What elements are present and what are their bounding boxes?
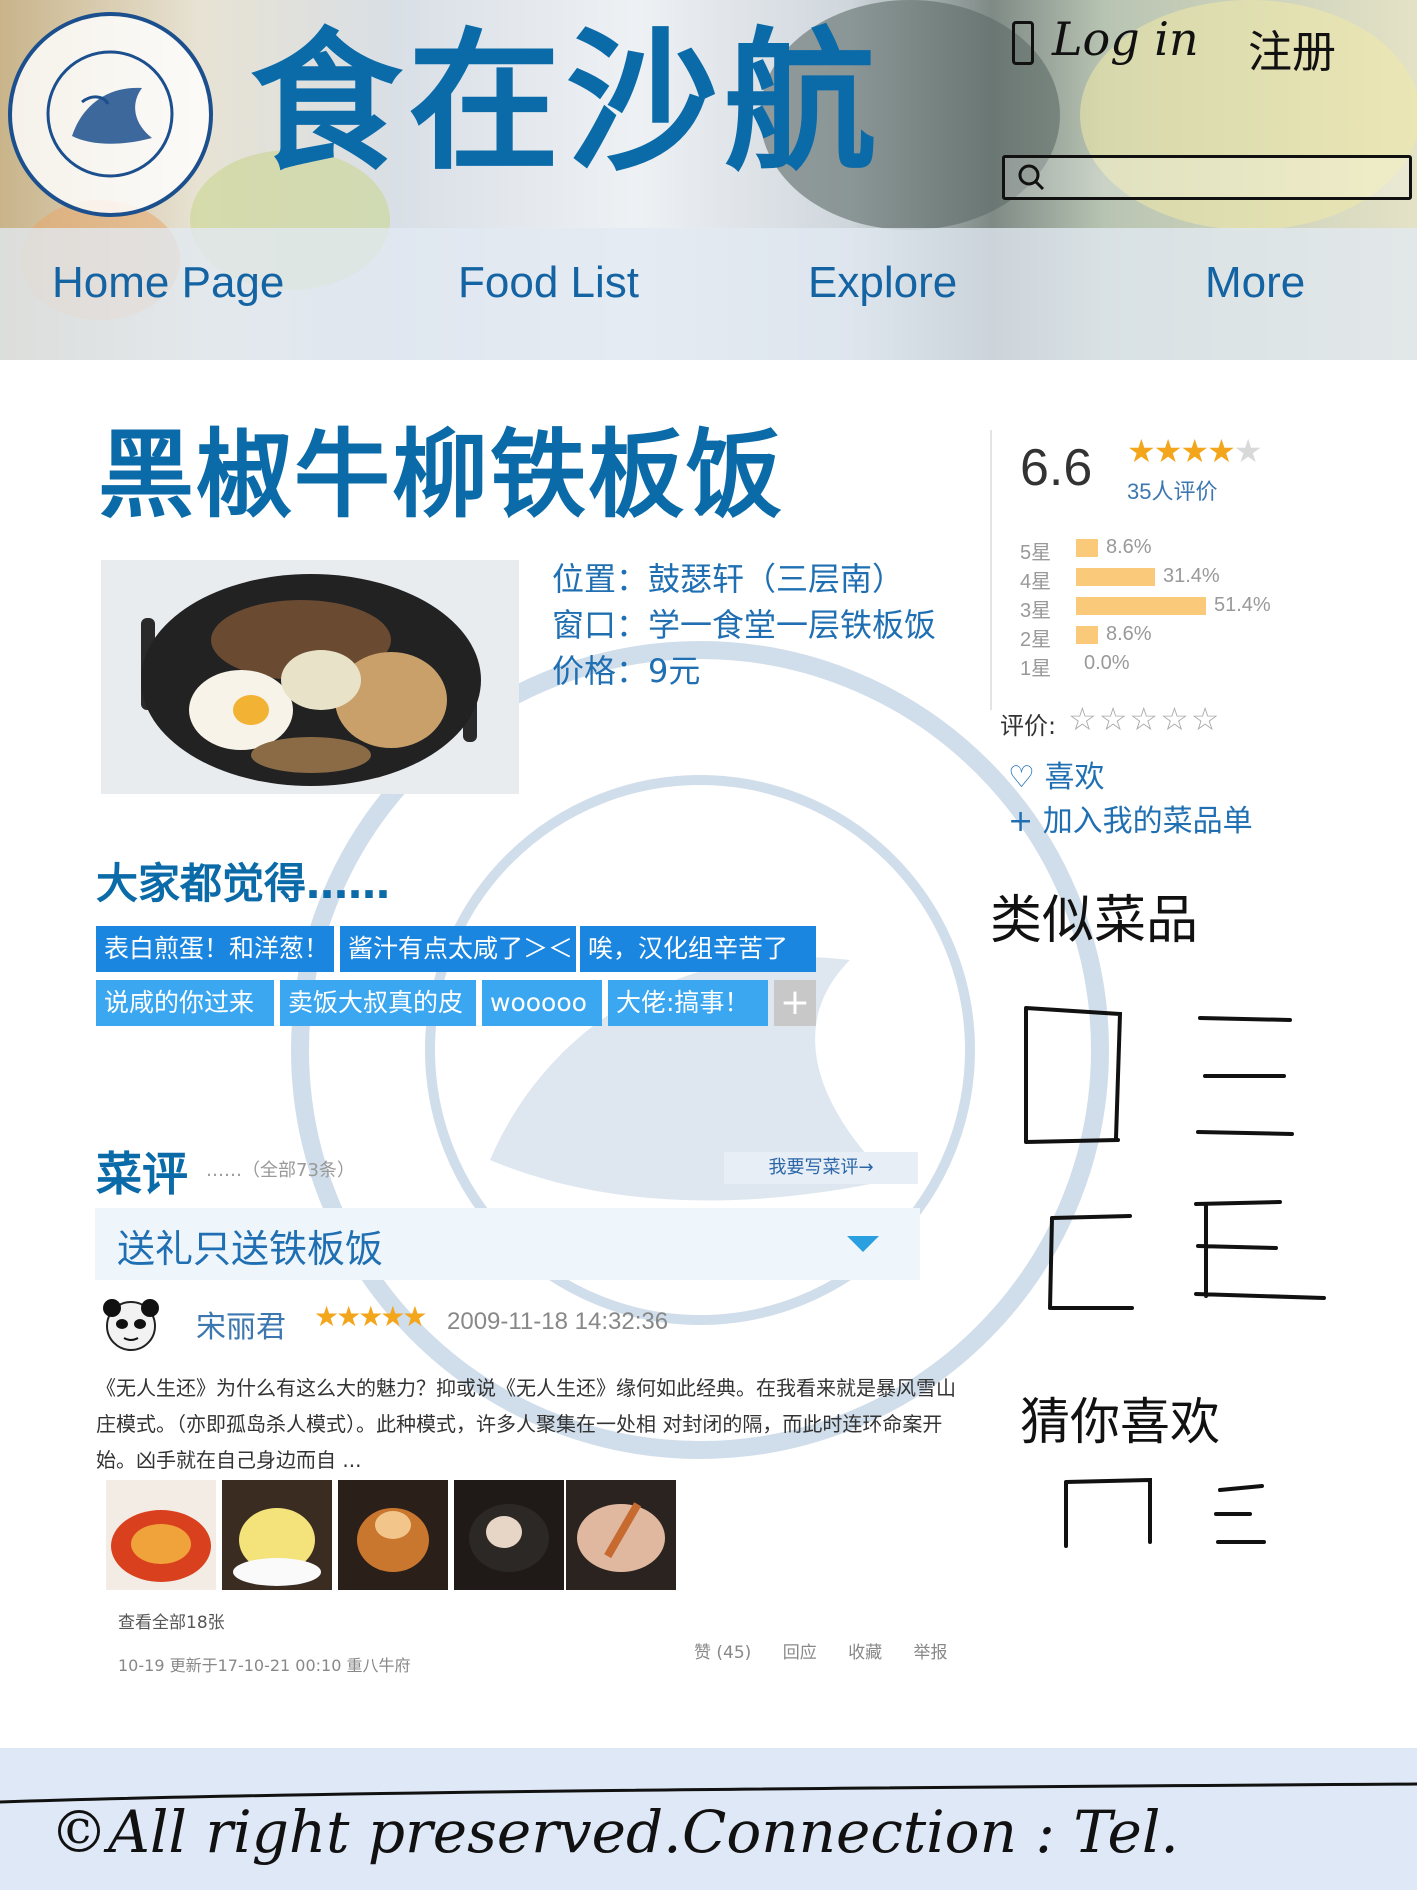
- rating-score: 6.6: [1020, 439, 1093, 497]
- review-dropdown[interactable]: 送礼只送铁板饭: [95, 1208, 920, 1280]
- rating-row-percent: 0.0%: [1084, 652, 1130, 674]
- review-stars: ★★★★★: [314, 1300, 428, 1333]
- avatar[interactable]: [100, 1294, 162, 1354]
- like-review-button[interactable]: 赞 (45): [694, 1643, 751, 1663]
- rating-count: 35人评价: [1127, 479, 1218, 504]
- tags-heading: 大家都觉得……: [96, 859, 391, 908]
- reviewer-name[interactable]: 宋丽君: [196, 1302, 286, 1346]
- star-icon: ★: [1180, 432, 1209, 470]
- rating-row-label: 1星: [1020, 658, 1052, 680]
- rating-row-percent: 51.4%: [1214, 594, 1271, 616]
- review-dropdown-title: 送礼只送铁板饭: [117, 1227, 384, 1271]
- add-to-list-button[interactable]: + 加入我的菜品单: [1008, 796, 1253, 840]
- see-all-photos-link[interactable]: 查看全部18张: [118, 1608, 225, 1633]
- rate-label: 评价:: [1000, 712, 1057, 740]
- guess-you-like-heading: 猜你喜欢: [1020, 1393, 1220, 1451]
- star-icon: ★: [1127, 432, 1156, 470]
- rating-row-bar: [1076, 568, 1155, 586]
- university-logo[interactable]: [8, 12, 213, 217]
- similar-dishes-wireframe: [1024, 1006, 1326, 1548]
- login-link[interactable]: Log in: [1012, 12, 1199, 66]
- tag-item[interactable]: 唉，汉化组辛苦了: [580, 926, 816, 972]
- chevron-down-icon: [847, 1236, 879, 1252]
- rating-row-bar: [1076, 597, 1206, 615]
- write-review-button[interactable]: 我要写菜评→: [724, 1152, 918, 1184]
- similar-dishes-heading: 类似菜品: [990, 891, 1199, 951]
- dish-title: 黑椒牛柳铁板饭: [98, 419, 784, 531]
- lock-icon: [1012, 21, 1034, 65]
- copyright-text: ©All right preserved.: [50, 1798, 682, 1866]
- rate-stars-input[interactable]: ☆☆☆☆☆: [1068, 700, 1221, 738]
- search-icon: [1018, 164, 1045, 191]
- review-photo[interactable]: [106, 1480, 216, 1590]
- review-actions: 赞 (45) 回应 收藏 举报: [694, 1638, 974, 1663]
- add-tag-button[interactable]: +: [774, 980, 816, 1026]
- nav-more[interactable]: More: [1205, 258, 1305, 308]
- rating-row-label: 3星: [1020, 600, 1052, 622]
- like-button[interactable]: ♡ 喜欢: [1008, 752, 1104, 796]
- report-button[interactable]: 举报: [914, 1643, 948, 1663]
- review-photo[interactable]: [566, 1480, 676, 1590]
- collect-button[interactable]: 收藏: [848, 1643, 882, 1663]
- rating-row-label: 4星: [1020, 571, 1052, 593]
- login-label: Log in: [1052, 12, 1199, 66]
- star-icon: ★: [1153, 432, 1183, 470]
- rating-row-bar: [1076, 626, 1098, 644]
- rating-row-percent: 31.4%: [1163, 565, 1220, 587]
- rating-row-label: 5星: [1020, 542, 1052, 564]
- rating-row-percent: 8.6%: [1106, 536, 1152, 558]
- tag-item[interactable]: 卖饭大叔真的皮: [280, 980, 476, 1026]
- add-list-label: 加入我的菜品单: [1042, 804, 1253, 839]
- tag-item[interactable]: 表白煎蛋！和洋葱！: [96, 926, 334, 972]
- rating-stars: ★★★★★: [1127, 432, 1263, 470]
- rating-divider: [990, 430, 992, 710]
- review-photo[interactable]: [454, 1480, 564, 1590]
- tag-item[interactable]: 酱汁有点太咸了＞＜: [340, 926, 576, 972]
- nav-food-list[interactable]: Food List: [458, 258, 639, 308]
- dish-window: 窗口：学一食堂一层铁板饭: [552, 606, 937, 644]
- search-input[interactable]: [1002, 155, 1412, 200]
- heart-icon: ♡: [1008, 760, 1035, 795]
- review-count[interactable]: ……（全部73条）: [206, 1156, 355, 1182]
- rating-row-label: 2星: [1020, 629, 1052, 651]
- like-label: 喜欢: [1044, 760, 1105, 795]
- review-photo[interactable]: [338, 1480, 448, 1590]
- dish-photo[interactable]: [101, 560, 519, 794]
- main-nav: Home Page Food List Explore More: [0, 228, 1417, 360]
- nav-home-page[interactable]: Home Page: [52, 258, 284, 308]
- star-half-icon: ★: [1207, 432, 1236, 470]
- similar-dish-thumb[interactable]: [1064, 1477, 1152, 1548]
- dish-location: 位置：鼓瑟轩（三层南）: [552, 560, 905, 598]
- reply-button[interactable]: 回应: [783, 1643, 817, 1663]
- register-link[interactable]: 注册: [1248, 16, 1336, 80]
- tag-item[interactable]: 大佬:搞事！: [608, 980, 768, 1026]
- site-footer: ©All right preserved. Connection : Tel.: [0, 1748, 1417, 1890]
- rating-row-bar: [1076, 539, 1098, 557]
- review-meta: 10-19 更新于17-10-21 00:10 重八牛府: [118, 1656, 411, 1675]
- review-date: 2009-11-18 14:32:36: [447, 1308, 669, 1335]
- dish-info: 位置：鼓瑟轩（三层南） 窗口：学一食堂一层铁板饭 价格：9元: [552, 556, 936, 694]
- review-photo[interactable]: [222, 1480, 332, 1590]
- site-header: 食在沙航 Log in 注册 Home Page Food List Explo…: [0, 0, 1417, 360]
- similar-dish-thumb[interactable]: [1024, 1006, 1123, 1144]
- nav-explore[interactable]: Explore: [808, 258, 957, 308]
- review-text[interactable]: 《无人生还》为什么有这么大的魅力？抑或说《无人生还》缘何如此经典。在我看来就是暴…: [96, 1370, 956, 1478]
- plus-icon: +: [1008, 804, 1034, 839]
- rating-row-percent: 8.6%: [1106, 623, 1152, 645]
- contact-link[interactable]: Connection : Tel.: [682, 1798, 1179, 1866]
- dish-price: 价格：9元: [552, 652, 701, 690]
- tag-item[interactable]: 说咸的你过来: [96, 980, 274, 1026]
- similar-dish-thumb[interactable]: [1048, 1214, 1134, 1310]
- star-empty-icon: ★: [1233, 432, 1263, 470]
- site-title[interactable]: 食在沙航: [250, 18, 882, 188]
- tag-item[interactable]: wooooo: [482, 980, 602, 1026]
- reviews-heading: 菜评: [96, 1147, 188, 1201]
